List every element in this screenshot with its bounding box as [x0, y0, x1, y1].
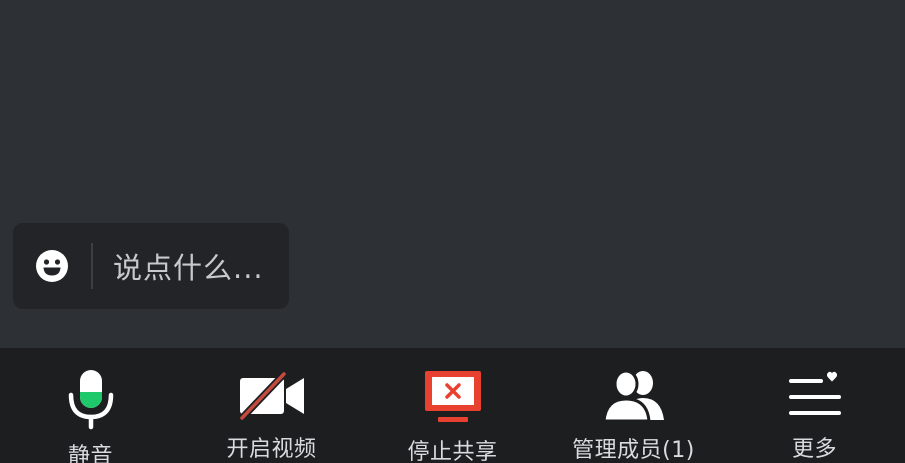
more-menu-icon: [788, 371, 841, 415]
manage-members-button[interactable]: 管理成员(1): [543, 348, 724, 463]
stop-share-screen-icon: [424, 371, 481, 422]
more-label: 更多: [791, 437, 837, 462]
shared-content-area: 说点什么...: [0, 0, 905, 348]
meeting-screen: 说点什么... 静音 开启视频 停止共享 管理成员(1) 更多: [0, 0, 905, 463]
stop-share-label: 停止共享: [407, 440, 498, 463]
chat-input-box[interactable]: 说点什么...: [13, 223, 289, 309]
more-button[interactable]: 更多: [724, 348, 905, 463]
chat-placeholder[interactable]: 说点什么...: [93, 245, 289, 287]
mute-label: 静音: [67, 444, 113, 463]
members-icon: [601, 369, 664, 423]
manage-members-label: 管理成员(1): [572, 438, 695, 463]
stop-share-button[interactable]: 停止共享: [362, 348, 543, 463]
emoji-smile-icon: [36, 250, 68, 282]
meeting-toolbar: 静音 开启视频 停止共享 管理成员(1) 更多: [0, 348, 905, 463]
start-video-label: 开启视频: [226, 437, 317, 462]
mute-button[interactable]: 静音: [0, 348, 181, 463]
microphone-icon: [68, 370, 113, 430]
emoji-button[interactable]: [13, 223, 91, 309]
video-off-icon: [238, 371, 304, 420]
start-video-button[interactable]: 开启视频: [181, 348, 362, 463]
